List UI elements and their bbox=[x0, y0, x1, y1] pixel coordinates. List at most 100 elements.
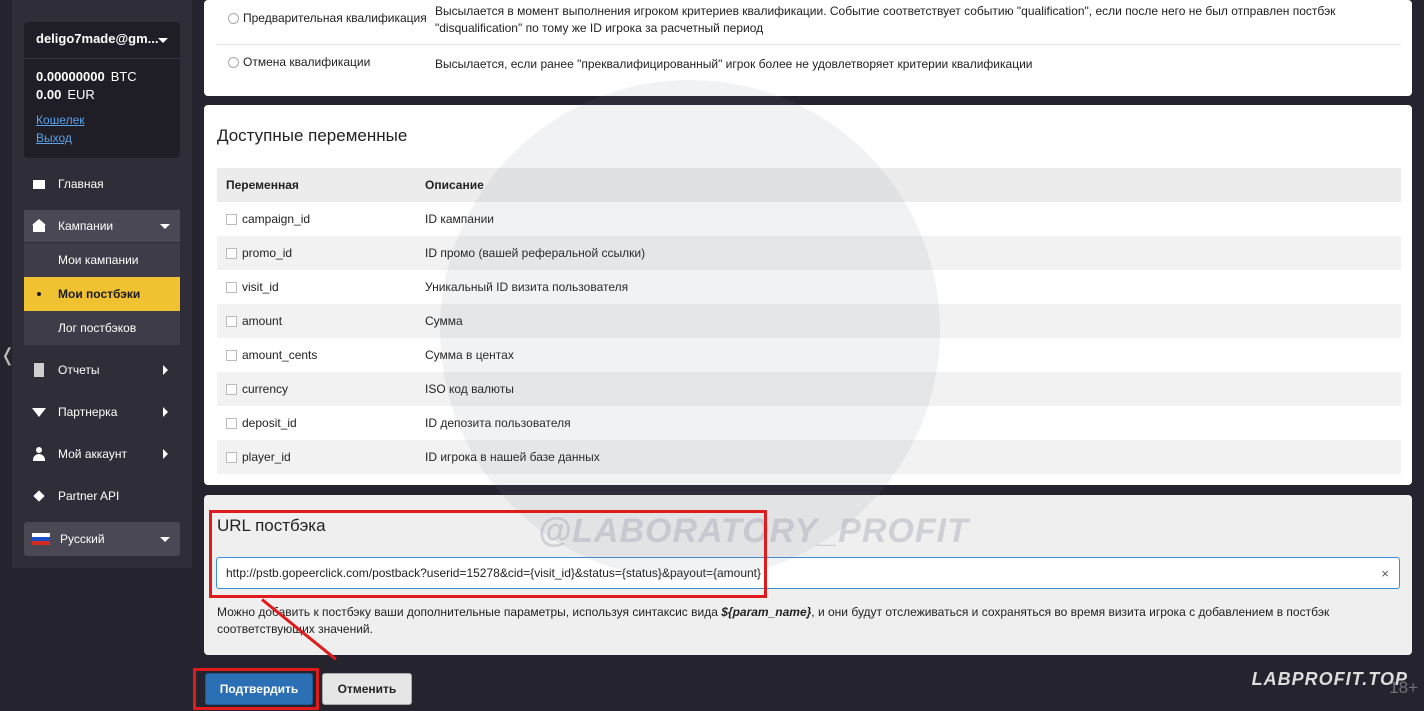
nav-reports-label: Отчеты bbox=[58, 363, 100, 377]
nav-my-postbacks[interactable]: Мои постбэки bbox=[24, 277, 180, 311]
col-description-header: Описание bbox=[425, 178, 484, 192]
table-row: deposit_id ID депозита пользователя bbox=[217, 406, 1401, 440]
chevron-right-icon bbox=[163, 449, 168, 459]
variable-description: ID промо (вашей реферальной ссылки) bbox=[425, 246, 646, 260]
table-row: amount_cents Сумма в центах bbox=[217, 338, 1401, 372]
nav-home[interactable]: Главная bbox=[24, 168, 180, 200]
table-row: visit_id Уникальный ID визита пользовате… bbox=[217, 270, 1401, 304]
eur-balance: 0.00 EUR bbox=[36, 87, 95, 102]
nav-my-account-label: Мой аккаунт bbox=[58, 447, 127, 461]
language-label: Русский bbox=[60, 532, 105, 546]
account-card: deligo7made@gm... 0.00000000 BTC 0.00 EUR … bbox=[24, 22, 180, 158]
clipboard-icon bbox=[32, 363, 46, 377]
brand-watermark: LABPROFIT.TOP bbox=[1251, 669, 1408, 689]
language-selector[interactable]: Русский bbox=[24, 522, 180, 556]
variable-description: Сумма bbox=[425, 314, 463, 328]
table-header: Переменная Описание bbox=[217, 168, 1401, 202]
chevron-down-icon bbox=[160, 223, 170, 229]
eur-currency: EUR bbox=[67, 87, 95, 102]
wallet-link[interactable]: Кошелек bbox=[36, 113, 85, 127]
chevron-down-icon[interactable] bbox=[158, 38, 168, 43]
variable-name: amount_cents bbox=[242, 348, 318, 362]
account-email[interactable]: deligo7made@gm... bbox=[36, 31, 158, 46]
nav-postback-log-label: Лог постбэков bbox=[58, 321, 137, 335]
nav-my-postbacks-label: Мои постбэки bbox=[58, 287, 141, 301]
hint-syntax: ${param_name} bbox=[721, 605, 812, 619]
cancel-button[interactable]: Отменить bbox=[322, 673, 412, 705]
nav-partner-api-label: Partner API bbox=[58, 489, 120, 503]
variable-description: ID игрока в нашей базе данных bbox=[425, 450, 600, 464]
nav-reports[interactable]: Отчеты bbox=[24, 354, 180, 386]
nav-partner-label: Партнерка bbox=[58, 405, 118, 419]
house-icon bbox=[32, 219, 46, 233]
event-description: Высылается, если ранее "преквалифицирова… bbox=[435, 57, 1033, 71]
hint-text-before: Можно добавить к постбэку ваши дополните… bbox=[217, 605, 722, 619]
event-name: Отмена квалификации bbox=[243, 55, 371, 69]
variable-name: player_id bbox=[242, 450, 291, 464]
btc-amount: 0.00000000 bbox=[36, 69, 105, 84]
collapse-sidebar-icon[interactable]: ❬ bbox=[0, 345, 15, 366]
variables-table: Переменная Описание campaign_id ID кампа… bbox=[217, 168, 1401, 474]
nav-my-campaigns[interactable]: Мои кампании bbox=[24, 243, 180, 277]
postback-url-title: URL постбэка bbox=[217, 516, 326, 535]
variable-checkbox[interactable] bbox=[226, 417, 237, 429]
postback-url-input[interactable]: http://pstb.gopeerclick.com/postback?use… bbox=[216, 557, 1400, 589]
variable-checkbox[interactable] bbox=[226, 281, 237, 293]
active-dot-icon bbox=[37, 292, 41, 296]
variable-name: visit_id bbox=[242, 280, 279, 294]
nav-postback-log[interactable]: Лог постбэков bbox=[24, 311, 180, 345]
diamond-icon bbox=[32, 405, 46, 419]
table-row: amount Сумма bbox=[217, 304, 1401, 338]
variable-checkbox[interactable] bbox=[226, 451, 237, 463]
chevron-right-icon bbox=[163, 365, 168, 375]
events-panel: Предварительная квалификация Высылается … bbox=[204, 0, 1412, 96]
postback-hint: Можно добавить к постбэку ваши дополните… bbox=[217, 604, 1387, 638]
event-radio[interactable] bbox=[228, 13, 239, 24]
divider bbox=[24, 58, 180, 59]
nav-partner-api[interactable]: Partner API bbox=[24, 480, 180, 512]
variable-name: amount bbox=[242, 314, 283, 328]
nav-home-label: Главная bbox=[58, 177, 104, 191]
nav-partner[interactable]: Партнерка bbox=[24, 396, 180, 428]
variable-checkbox[interactable] bbox=[226, 213, 237, 225]
event-description: Высылается в момент выполнения игроком к… bbox=[435, 4, 1336, 35]
btc-currency: BTC bbox=[110, 69, 137, 84]
btc-balance: 0.00000000 BTC bbox=[36, 69, 137, 84]
postback-url-panel: URL постбэка http://pstb.gopeerclick.com… bbox=[204, 495, 1412, 655]
variable-name: deposit_id bbox=[242, 416, 297, 430]
variable-checkbox[interactable] bbox=[226, 247, 237, 259]
event-radio[interactable] bbox=[228, 57, 239, 68]
col-variable-header: Переменная bbox=[226, 178, 299, 192]
table-row: player_id ID игрока в нашей базе данных bbox=[217, 440, 1401, 474]
logout-link[interactable]: Выход bbox=[36, 131, 72, 145]
sidebar: deligo7made@gm... 0.00000000 BTC 0.00 EUR … bbox=[12, 0, 192, 568]
event-name: Предварительная квалификация bbox=[243, 11, 427, 25]
variable-description: Сумма в центах bbox=[425, 348, 514, 362]
api-icon bbox=[32, 489, 46, 503]
nav-campaigns[interactable]: Кампании bbox=[24, 210, 180, 242]
table-row: currency ISO код валюты bbox=[217, 372, 1401, 406]
event-row: Отмена квалификации Высылается, если ран… bbox=[217, 46, 1401, 82]
chevron-down-icon bbox=[160, 536, 170, 542]
user-icon bbox=[32, 447, 46, 461]
variable-description: Уникальный ID визита пользователя bbox=[425, 280, 629, 294]
age-rating-badge: 18+ bbox=[1389, 678, 1418, 697]
nav-my-account[interactable]: Мой аккаунт bbox=[24, 438, 180, 470]
clear-icon[interactable]: × bbox=[1381, 566, 1389, 581]
variable-description: ID кампании bbox=[425, 212, 494, 226]
table-row: campaign_id ID кампании bbox=[217, 202, 1401, 236]
variable-name: campaign_id bbox=[242, 212, 311, 226]
nav-my-campaigns-label: Мои кампании bbox=[58, 253, 139, 267]
variable-checkbox[interactable] bbox=[226, 383, 237, 395]
variable-description: ISO код валюты bbox=[425, 382, 514, 396]
table-row: promo_id ID промо (вашей реферальной ссы… bbox=[217, 236, 1401, 270]
variable-description: ID депозита пользователя bbox=[425, 416, 571, 430]
variable-checkbox[interactable] bbox=[226, 315, 237, 327]
confirm-button[interactable]: Подтвердить bbox=[205, 673, 313, 705]
home-icon bbox=[32, 177, 46, 191]
nav-campaigns-label: Кампании bbox=[58, 219, 114, 233]
variable-checkbox[interactable] bbox=[226, 349, 237, 361]
postback-url-value: http://pstb.gopeerclick.com/postback?use… bbox=[226, 566, 762, 580]
variables-title: Доступные переменные bbox=[217, 126, 408, 145]
russia-flag-icon bbox=[32, 533, 50, 545]
